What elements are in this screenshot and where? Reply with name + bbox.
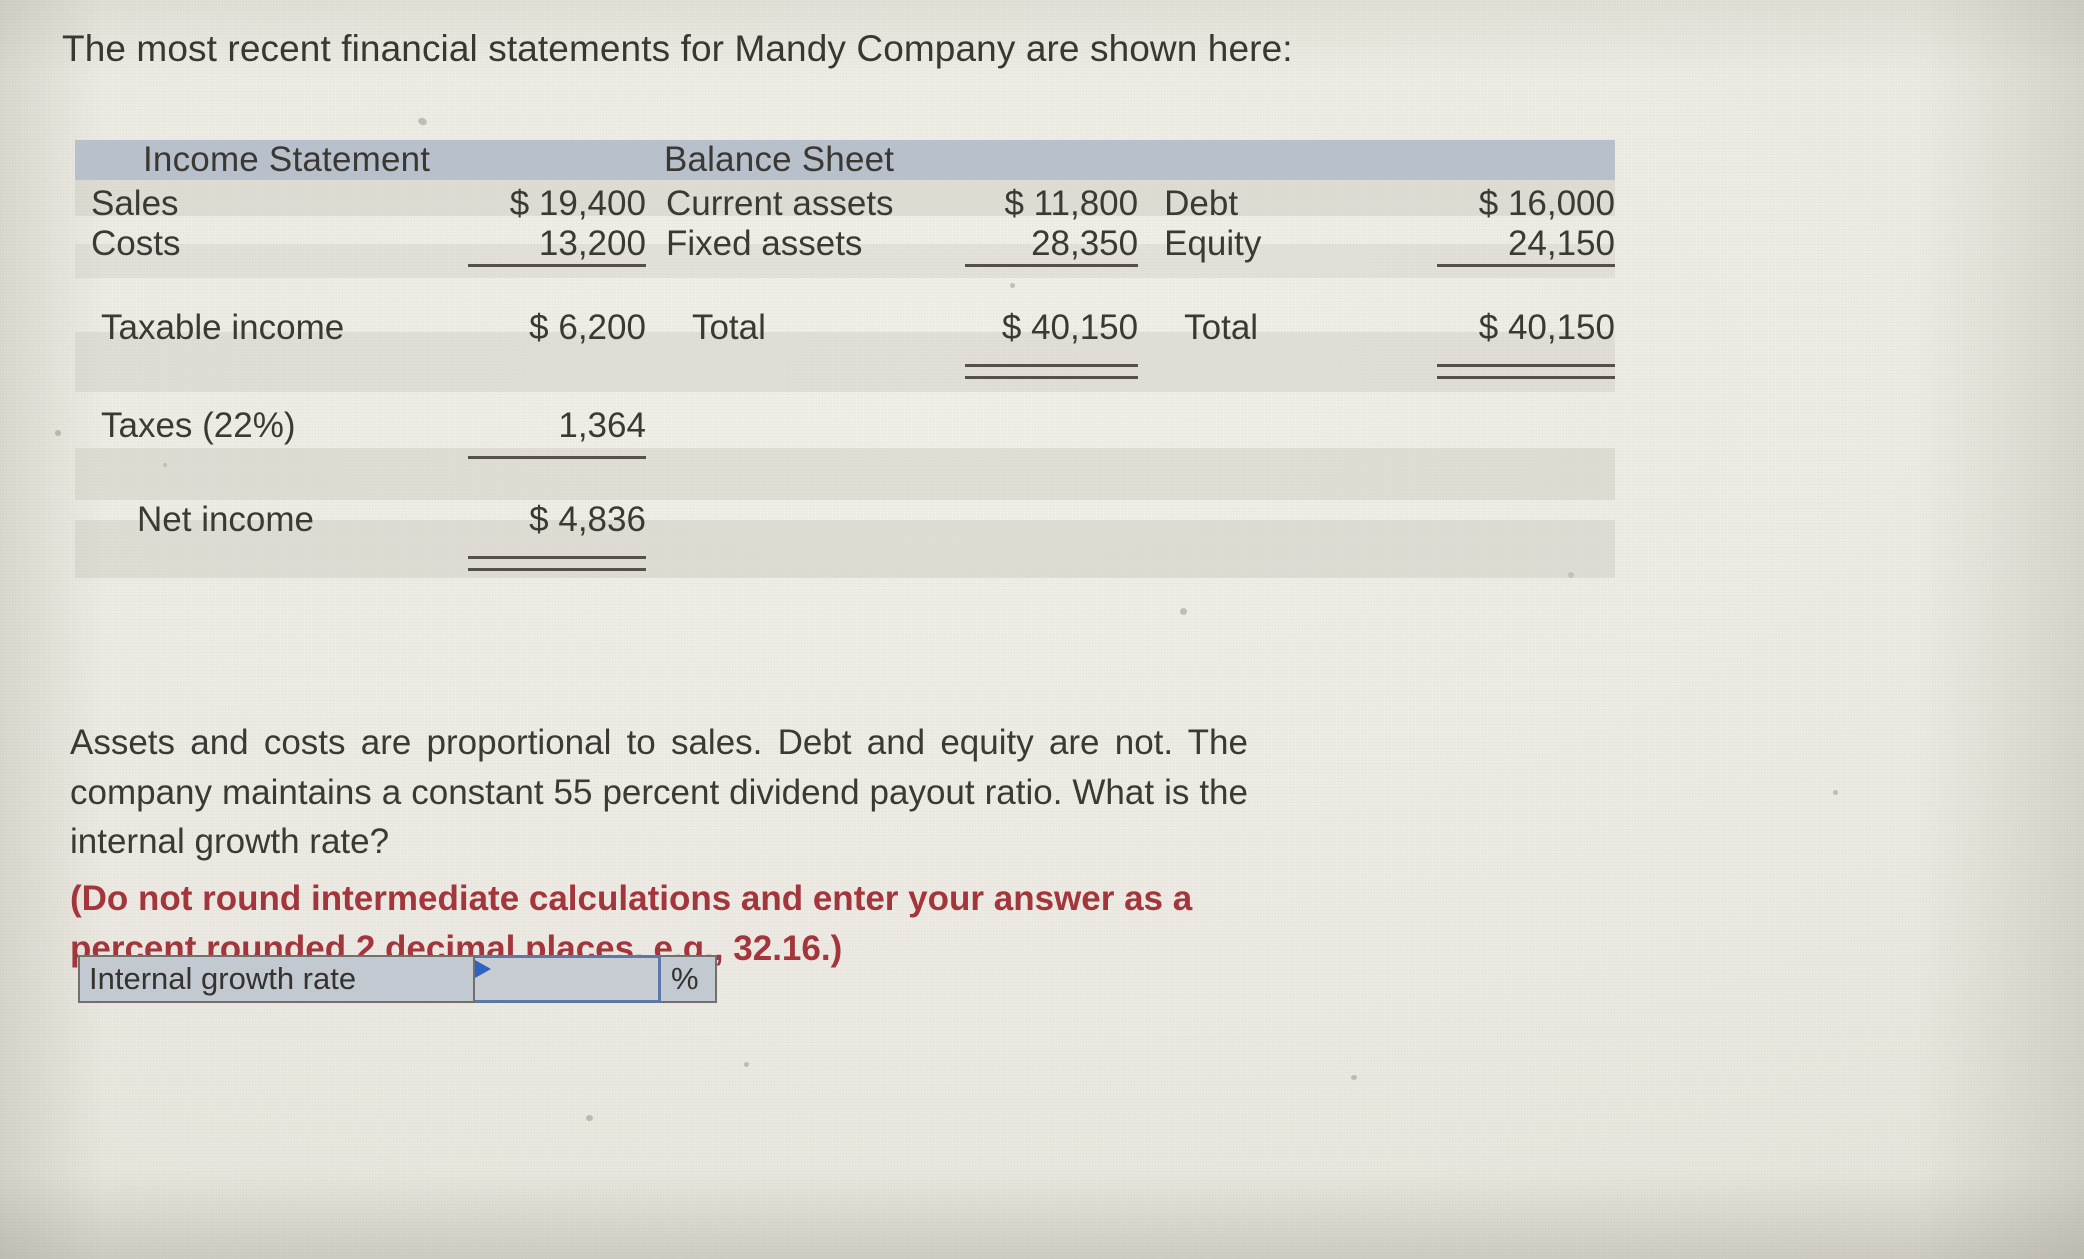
bs-fixed-assets-label: Fixed assets [665,224,863,263]
dbl-spacer-d [1138,364,1420,406]
percent-unit-label: % [661,955,717,1003]
bs-current-assets-value: $ 11,800 [1004,184,1139,223]
dbl-spacer-c [646,364,949,406]
is-net-income-value: $ 4,836 [529,500,646,539]
is-netincome-double-rule [452,556,646,598]
is-sales-value: $ 19,400 [509,184,646,223]
bs-equity-double-rule [1421,364,1615,406]
intro-text: The most recent financial statements for… [62,28,1293,69]
ni-rule-spacer-c [949,456,1138,500]
tax-spacer-c [1138,406,1420,456]
is-taxable-income-value: $ 6,200 [529,308,646,347]
is-subtotal-rule [452,264,646,308]
rule-spacer-c [1138,264,1420,308]
dbl-spacer-b [452,364,646,406]
answer-label: Internal growth rate [78,955,475,1003]
is-costs-label: Costs [91,224,181,263]
bs-assets-total-value: $ 40,150 [1001,308,1139,347]
table-row: Costs 13,200 Fixed assets 28,350 Equity … [75,224,1615,264]
net-income-rule-row [75,456,1615,500]
subtotal-rule-row [75,264,1615,308]
statements-header-row: Income Statement Balance Sheet [75,140,1615,180]
bs-assets-double-rule [949,364,1139,406]
ni-rule-spacer-e [1421,456,1615,500]
tax-spacer-b [949,406,1138,456]
income-statement-title: Income Statement [143,140,431,179]
bs-equity-total-value: $ 40,150 [1478,308,1615,347]
bs-assets-subtotal-rule [949,264,1139,308]
is-sales-label: Sales [91,184,179,223]
bs-debt-label: Debt [1164,184,1239,223]
ni-rule-spacer-b [646,456,949,500]
bs-equity-subtotal-rule [1421,264,1615,308]
question-body: Assets and costs are proportional to sal… [70,723,1248,862]
rule-spacer-b [646,264,949,308]
financial-statements-table: Income Statement Balance Sheet Sales $ 1… [75,140,1615,598]
bs-fixed-assets-value: 28,350 [1031,224,1139,263]
answer-row: Internal growth rate % [78,955,717,1003]
bs-equity-label: Equity [1164,224,1262,263]
ni-dbl-spacer-a [75,556,452,598]
bs-equity-value: 24,150 [1507,224,1615,263]
tax-spacer-a [646,406,949,456]
is-taxes-label: Taxes (22%) [101,406,296,445]
header-spacer-d [1421,140,1615,180]
table-row: Taxable income $ 6,200 Total $ 40,150 To… [75,308,1615,364]
internal-growth-rate-input[interactable] [475,955,661,1003]
bs-assets-total-label: Total [691,308,766,347]
ni-spacer-b [949,500,1138,556]
ni-dbl-spacer-b [646,556,949,598]
ni-spacer-d [1421,500,1615,556]
is-taxes-value: 1,364 [558,406,646,445]
ni-rule-spacer-a [75,456,452,500]
bs-debt-value: $ 16,000 [1478,184,1615,223]
ni-rule-spacer-d [1138,456,1420,500]
is-net-income-label: Net income [137,500,315,539]
page-content: The most recent financial statements for… [0,0,2084,1259]
total-double-rule-row [75,364,1615,406]
balance-sheet-title: Balance Sheet [663,140,895,179]
header-spacer-b [949,140,1138,180]
bs-equity-total-label: Total [1184,308,1259,347]
ni-spacer-a [646,500,949,556]
text-cursor-icon [475,960,491,978]
header-spacer-c [1138,140,1420,180]
table-row: Taxes (22%) 1,364 [75,406,1615,456]
header-spacer-a [452,140,646,180]
ni-dbl-spacer-e [1421,556,1615,598]
is-taxable-income-label: Taxable income [101,308,345,347]
is-costs-value: 13,200 [538,224,646,263]
question-text: Assets and costs are proportional to sal… [70,718,1248,973]
table-row: Sales $ 19,400 Current assets $ 11,800 D… [75,180,1615,224]
rule-spacer-a [75,264,452,308]
ni-spacer-c [1138,500,1420,556]
net-income-double-rule-row [75,556,1615,598]
dbl-spacer-a [75,364,452,406]
ni-dbl-spacer-c [949,556,1138,598]
ni-dbl-spacer-d [1138,556,1420,598]
is-netincome-rule [452,456,646,500]
table-row: Net income $ 4,836 [75,500,1615,556]
tax-spacer-d [1421,406,1615,456]
statements-grid: Income Statement Balance Sheet Sales $ 1… [75,140,1615,598]
bs-current-assets-label: Current assets [665,184,894,223]
